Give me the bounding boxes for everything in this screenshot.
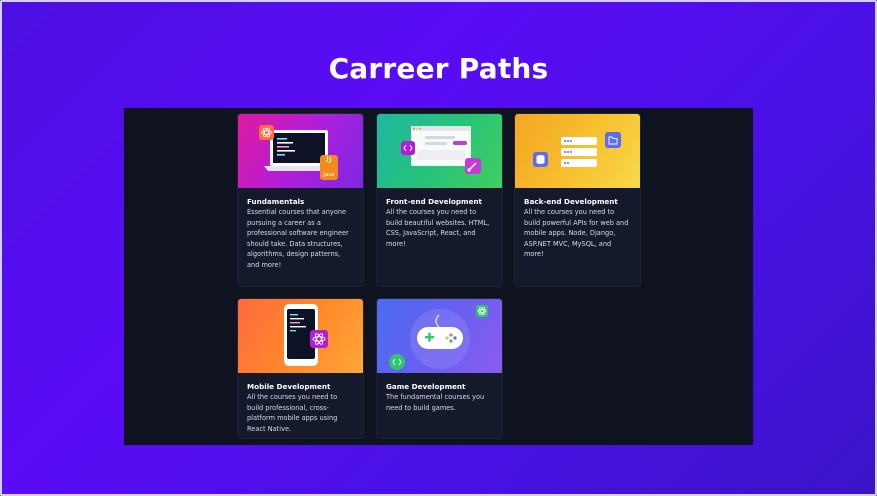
card-description: All the courses you need to build powerf… [524, 208, 629, 258]
card-title: Game Development [386, 382, 466, 391]
card-description: All the courses you need to build profes… [247, 393, 338, 433]
code-icon [401, 141, 415, 155]
react-icon [476, 305, 488, 317]
card-thumbnail [238, 299, 363, 373]
card-thumbnail: Java [238, 114, 363, 188]
card-front-end-development[interactable]: Front-end Development All the courses yo… [376, 113, 503, 287]
card-title: Fundamentals [247, 197, 305, 206]
card-thumbnail [515, 114, 640, 188]
card-back-end-development[interactable]: Back-end Development All the courses you… [514, 113, 641, 287]
code-icon [389, 354, 405, 370]
react-icon [310, 330, 328, 348]
folder-icon [605, 132, 621, 148]
card-description: The fundamental courses you need to buil… [386, 393, 485, 412]
page-title: Carreer Paths [328, 52, 549, 85]
react-icon [259, 125, 274, 140]
career-paths-panel: Java Fundamentals Essential courses that… [124, 108, 753, 445]
card-game-development[interactable]: Game Development The fundamental courses… [376, 298, 503, 439]
card-title: Front-end Development [386, 197, 482, 206]
card-mobile-development[interactable]: Mobile Development All the courses you n… [237, 298, 364, 439]
card-title: Mobile Development [247, 382, 331, 391]
card-description: All the courses you need to build beauti… [386, 208, 490, 248]
java-label: Java [323, 172, 335, 178]
browser-window-icon [411, 126, 471, 166]
database-icon [533, 152, 548, 167]
card-thumbnail [377, 114, 502, 188]
card-thumbnail [377, 299, 502, 373]
server-icon [561, 137, 597, 167]
brush-icon [465, 158, 481, 174]
card-fundamentals[interactable]: Java Fundamentals Essential courses that… [237, 113, 364, 287]
card-description: Essential courses that anyone pursuing a… [247, 208, 349, 269]
java-icon: Java [320, 155, 338, 180]
card-title: Back-end Development [524, 197, 618, 206]
